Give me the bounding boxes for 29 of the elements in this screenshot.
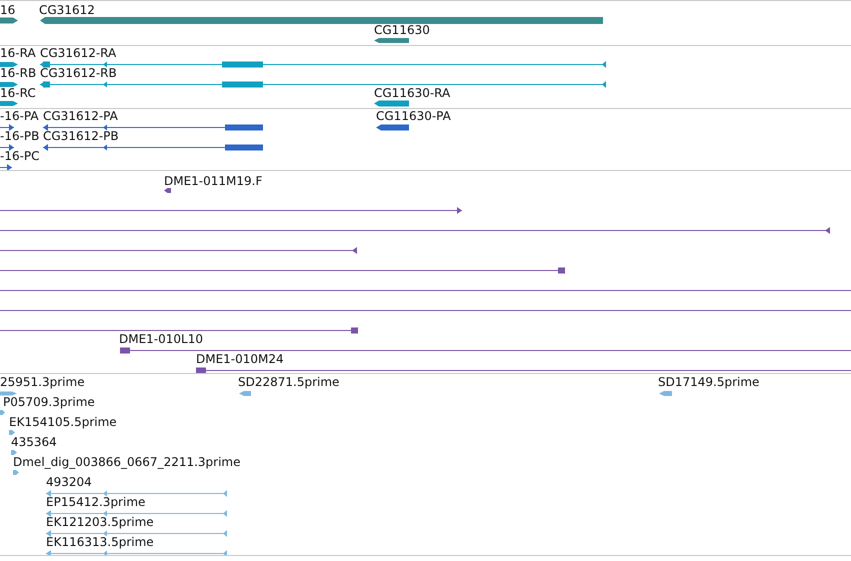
feature-label: 493204 bbox=[46, 475, 92, 489]
feature-label: CG31612-PA bbox=[43, 109, 118, 123]
feature-label: CG11630-RA bbox=[374, 86, 450, 100]
feature-label: CG31612 bbox=[39, 3, 95, 17]
feature-label: SD17149.5prime bbox=[658, 375, 760, 389]
feature-label: 16-RB bbox=[0, 66, 36, 80]
feature-label: DME1-010L10 bbox=[119, 332, 203, 346]
feature-label: CG31612-RB bbox=[40, 66, 117, 80]
feature-label: EK116313.5prime bbox=[46, 535, 154, 549]
feature-label: DME1-011M19.F bbox=[164, 174, 262, 188]
feature-label: CG11630-PA bbox=[376, 109, 451, 123]
feature-label: 16 bbox=[0, 3, 16, 17]
feature-label: -16-PB bbox=[0, 129, 40, 143]
feature-label: CG11630 bbox=[374, 23, 430, 37]
feature-label: CG31612-RA bbox=[40, 46, 116, 60]
feature-label: 435364 bbox=[11, 435, 57, 449]
feature-label: 16-RA bbox=[0, 46, 36, 60]
feature-label: EP15412.3prime bbox=[46, 495, 146, 509]
feature-label: 25951.3prime bbox=[0, 375, 85, 389]
feature-label: Dmel_dig_003866_0667_2211.3prime bbox=[13, 455, 241, 469]
feature-label: EK154105.5prime bbox=[9, 415, 117, 429]
feature-label: -16-PA bbox=[0, 109, 39, 123]
feature-label: SD22871.5prime bbox=[238, 375, 340, 389]
feature-label: DME1-010M24 bbox=[196, 352, 284, 366]
feature-label: CG31612-PB bbox=[43, 129, 119, 143]
feature-label: P05709.3prime bbox=[3, 395, 95, 409]
feature-label: EK121203.5prime bbox=[46, 515, 154, 529]
feature-label: -16-PC bbox=[0, 149, 40, 163]
feature-label: 16-RC bbox=[0, 86, 36, 100]
